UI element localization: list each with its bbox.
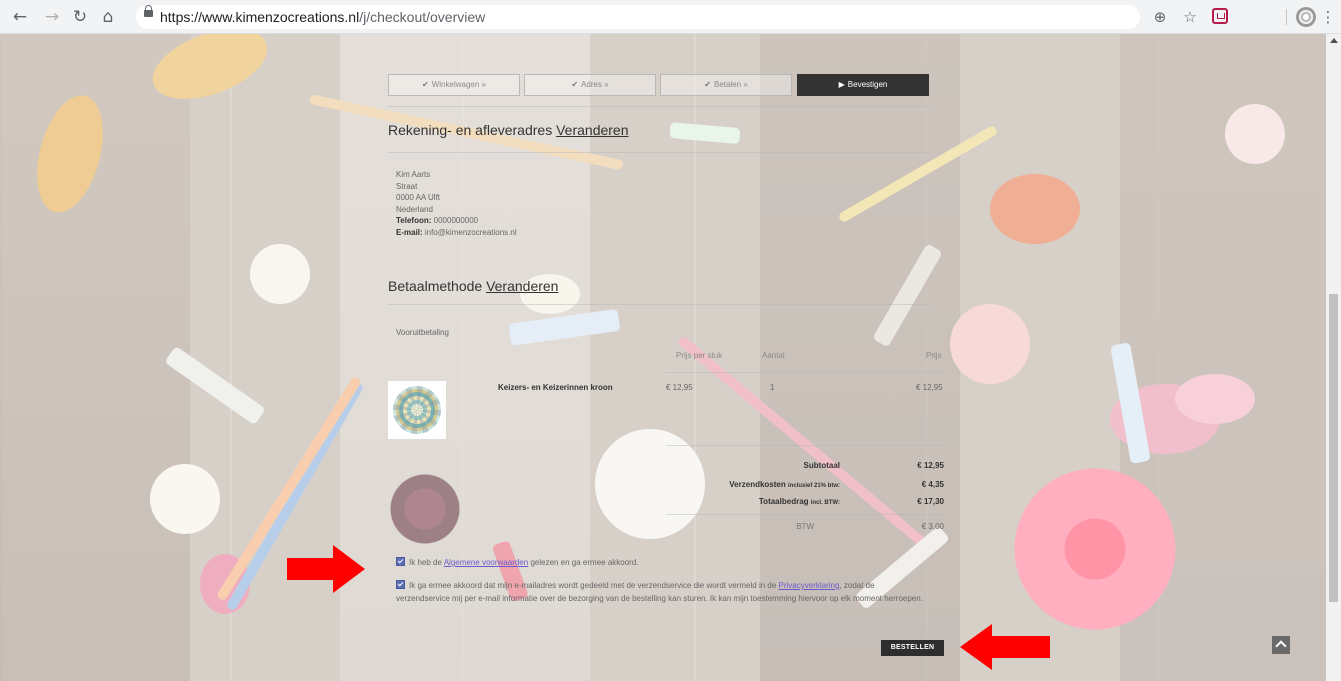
customer-name: Kim Aarts	[396, 170, 431, 179]
col-header-unit-price: Prijs per stuk	[676, 351, 723, 360]
col-header-price: Prijs	[926, 351, 942, 360]
step-label: Bevestigen	[847, 80, 888, 89]
divider	[666, 514, 944, 515]
terms-prefix: Ik heb de	[409, 558, 442, 567]
divider	[388, 152, 930, 153]
page-scrollbar[interactable]	[1326, 34, 1341, 681]
browser-toolbar: ← → ↻ ⌂ https://www.kimenzocreations.nl/…	[0, 0, 1341, 34]
address-title: Rekening- en afleveradres	[388, 122, 553, 138]
total-note: incl. BTW:	[810, 500, 840, 506]
vat-label: BTW	[796, 522, 814, 531]
payment-method: Vooruitbetaling	[396, 328, 449, 337]
mandala-image	[393, 386, 441, 434]
menu-kebab-icon[interactable]: ⋮	[1318, 7, 1338, 27]
step-suffix: »	[743, 80, 748, 89]
step-suffix: »	[481, 80, 486, 89]
step-winkelwagen[interactable]: ✔ Winkelwagen »	[388, 74, 520, 96]
customer-postal-city: 0000 AA Ulft	[396, 193, 441, 202]
zoom-icon[interactable]: ⊕	[1150, 7, 1170, 27]
privacy-prefix: Ik ga ermee akkoord dat mijn e-mailadres…	[409, 581, 777, 590]
step-suffix: »	[604, 80, 609, 89]
shipping-label: Verzendkosten inclusief 21% btw:	[680, 480, 840, 489]
divider	[666, 445, 944, 446]
product-unit-price: € 12,95	[666, 383, 693, 392]
step-adres[interactable]: ✔ Adres »	[524, 74, 656, 96]
address-bar[interactable]: https://www.kimenzocreations.nl/j/checko…	[136, 5, 1140, 29]
change-address-link[interactable]: Veranderen	[556, 122, 628, 138]
terms-suffix: gelezen en ga ermee akkoord.	[530, 558, 639, 567]
payment-title: Betaalmethode	[388, 278, 483, 294]
address-heading: Rekening- en afleveradres Veranderen	[388, 122, 629, 138]
product-image[interactable]	[388, 381, 446, 439]
product-price: € 12,95	[916, 383, 943, 392]
divider	[388, 106, 930, 107]
url-text[interactable]: https://www.kimenzocreations.nl/j/checko…	[160, 9, 485, 25]
vat-value: € 3,00	[921, 522, 944, 531]
check-icon: ✔	[704, 80, 711, 89]
step-betalen[interactable]: ✔ Betalen »	[660, 74, 792, 96]
step-label: Winkelwagen	[431, 80, 480, 89]
customer-street: Straat	[396, 181, 418, 191]
scroll-up-arrow-icon[interactable]	[1330, 38, 1338, 43]
back-to-top-icon[interactable]	[1272, 636, 1290, 654]
annotation-arrow-right	[287, 545, 367, 595]
reload-icon[interactable]: ↻	[70, 7, 90, 27]
scroll-thumb[interactable]	[1329, 294, 1338, 602]
shipping-value: € 4,35	[921, 480, 944, 489]
total-label: Totaalbedrag incl. BTW:	[700, 497, 840, 506]
customer-phone: Telefoon: 0000000000	[396, 215, 517, 227]
annotation-arrow-left	[960, 624, 1050, 672]
customer-country: Nederland	[396, 204, 433, 214]
col-header-quantity: Aantal	[762, 351, 785, 360]
terms-agreement: Ik heb de Algemene voorwaarden gelezen e…	[396, 556, 936, 569]
url-path: /j/checkout/overview	[359, 9, 486, 25]
privacy-agreement: Ik ga ermee akkoord dat mijn e-mailadres…	[396, 579, 930, 605]
forward-icon[interactable]: →	[42, 7, 62, 27]
address-block: Kim Aarts Straat 0000 AA Ulft Nederland …	[396, 169, 517, 238]
phone-label: Telefoon:	[396, 216, 432, 225]
product-name[interactable]: Keizers- en Keizerinnen kroon	[498, 383, 613, 392]
terms-link[interactable]: Algemene voorwaarden	[444, 558, 529, 567]
shipping-note: inclusief 21% btw:	[787, 483, 840, 489]
step-label: Adres	[581, 80, 602, 89]
privacy-link[interactable]: Privacyverklaring	[779, 581, 840, 590]
extension-icon[interactable]	[1212, 8, 1228, 24]
home-icon[interactable]: ⌂	[98, 7, 118, 27]
product-quantity: 1	[770, 383, 775, 392]
terms-checkbox[interactable]	[396, 557, 405, 566]
url-host: https://www.kimenzocreations.nl	[160, 9, 360, 25]
lock-icon	[144, 5, 153, 17]
divider	[388, 304, 930, 305]
phone-value: 0000000000	[433, 216, 479, 225]
subtotal-value: € 12,95	[917, 461, 944, 470]
privacy-checkbox[interactable]	[396, 580, 405, 589]
total-title: Totaalbedrag	[758, 497, 809, 506]
profile-avatar[interactable]	[1296, 7, 1316, 27]
back-icon[interactable]: ←	[10, 7, 30, 27]
play-icon: ▶	[838, 80, 845, 89]
subtotal-label: Subtotaal	[803, 461, 840, 470]
divider	[666, 372, 944, 373]
check-icon: ✔	[422, 80, 429, 89]
email-value: info@kimenzocreations.nl	[424, 227, 517, 237]
toolbar-separator	[1286, 9, 1287, 25]
payment-heading: Betaalmethode Veranderen	[388, 278, 558, 294]
email-label: E-mail:	[396, 227, 423, 237]
change-payment-link[interactable]: Veranderen	[486, 278, 558, 294]
order-button[interactable]: BESTELLEN	[881, 640, 944, 656]
step-label: Betalen	[713, 80, 742, 89]
customer-email: E-mail: info@kimenzocreations.nl	[396, 227, 517, 239]
shipping-title: Verzendkosten	[729, 480, 786, 489]
checkout-steps: ✔ Winkelwagen » ✔ Adres » ✔ Betalen » ▶ Beve…	[388, 74, 930, 96]
bookmark-star-icon[interactable]: ☆	[1180, 7, 1200, 27]
total-value: € 17,30	[917, 497, 944, 506]
step-bevestigen: ▶ Bevestigen	[797, 74, 929, 96]
check-icon: ✔	[571, 80, 579, 89]
